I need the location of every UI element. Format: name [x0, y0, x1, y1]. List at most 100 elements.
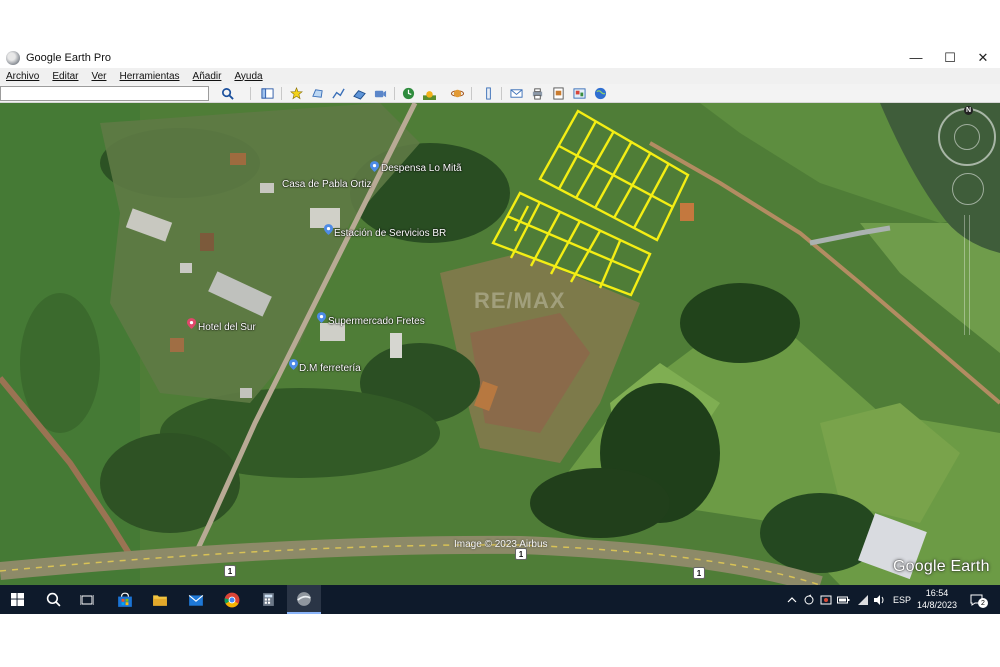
- add-path-button[interactable]: [330, 85, 347, 101]
- email-icon: [510, 88, 523, 98]
- gas-station-pin-icon[interactable]: [324, 224, 333, 235]
- task-view-icon: [80, 594, 94, 605]
- place-pin-icon[interactable]: [317, 312, 326, 323]
- chrome-app[interactable]: [215, 585, 249, 614]
- input-language[interactable]: ESP: [893, 595, 911, 605]
- compass-navigation-ring[interactable]: N: [938, 106, 996, 166]
- sidebar-toggle-icon: [261, 87, 274, 99]
- route-shield: 1: [693, 567, 705, 579]
- battery-icon: [837, 596, 850, 603]
- print-icon: [532, 87, 543, 100]
- place-label-ferreteria[interactable]: D.M ferretería: [299, 363, 361, 374]
- menu-ayuda[interactable]: Ayuda: [232, 71, 264, 82]
- wifi-button[interactable]: [856, 593, 869, 606]
- google-earth-logo: Google Earth: [893, 558, 990, 575]
- ruler-button[interactable]: [480, 85, 497, 101]
- print-button[interactable]: [529, 85, 546, 101]
- place-pin-icon[interactable]: [370, 161, 379, 172]
- mail-icon: [188, 594, 204, 606]
- notification-count-badge: 2: [978, 598, 988, 608]
- google-earth-icon: [6, 50, 20, 65]
- sunlight-button[interactable]: [421, 85, 438, 101]
- move-joystick[interactable]: [952, 173, 984, 205]
- google-earth-app[interactable]: [287, 585, 321, 614]
- planets-icon: [451, 89, 464, 97]
- store-app[interactable]: [108, 585, 142, 614]
- hotel-pin-icon[interactable]: [187, 318, 196, 329]
- tray-security-button[interactable]: [819, 593, 832, 606]
- add-polygon-icon: [312, 88, 323, 98]
- watermark-text: RE/MAX: [474, 288, 566, 313]
- screen-top-margin: [0, 0, 1000, 47]
- view-in-maps-button[interactable]: [571, 85, 588, 101]
- menu-ver[interactable]: Ver: [89, 71, 108, 82]
- look-joystick[interactable]: [954, 124, 980, 150]
- menu-anadir[interactable]: Añadir: [191, 71, 224, 82]
- google-earth-icon: [297, 591, 311, 606]
- add-polygon-button[interactable]: [309, 85, 326, 101]
- system-clock[interactable]: 16:54 14/8/2023: [913, 587, 961, 611]
- menu-archivo[interactable]: Archivo: [4, 71, 41, 82]
- route-shield: 1: [224, 565, 236, 577]
- sync-icon: [804, 594, 813, 604]
- add-image-overlay-button[interactable]: [351, 85, 368, 101]
- mail-app[interactable]: [179, 585, 213, 614]
- taskbar-search-button[interactable]: [36, 585, 70, 614]
- email-button[interactable]: [508, 85, 525, 101]
- screen-bottom-margin: [0, 614, 1000, 667]
- search-input[interactable]: [0, 86, 209, 101]
- minimize-button[interactable]: —: [899, 47, 933, 68]
- place-label-despensa[interactable]: Despensa Lo Mitã: [381, 163, 462, 174]
- wifi-icon: [857, 594, 868, 605]
- record-tour-button[interactable]: [372, 85, 389, 101]
- place-label-estacion[interactable]: Estación de Servicios BR: [334, 228, 446, 239]
- search-icon: [222, 87, 234, 100]
- file-explorer-app[interactable]: [143, 585, 177, 614]
- ruler-icon: [486, 86, 491, 100]
- search-icon: [46, 592, 61, 607]
- map-viewport[interactable]: RE/MAX Despensa Lo Mitã Casa de Pabla Or…: [0, 103, 1000, 585]
- battery-button[interactable]: [837, 593, 850, 606]
- calculator-app[interactable]: [251, 585, 285, 614]
- maximize-button[interactable]: ☐: [933, 47, 967, 68]
- close-button[interactable]: ✕: [966, 47, 1000, 68]
- window-title: Google Earth Pro: [26, 51, 111, 64]
- satellite-imagery: [0, 103, 1000, 585]
- title-bar: Google Earth Pro — ☐ ✕: [0, 47, 1000, 68]
- historical-imagery-button[interactable]: [400, 85, 417, 101]
- volume-icon: [873, 594, 883, 605]
- add-image-overlay-icon: [353, 89, 366, 100]
- view-in-maps-icon: [573, 87, 586, 99]
- clock-date: 14/8/2023: [916, 600, 958, 610]
- place-label-hotel[interactable]: Hotel del Sur: [198, 322, 256, 333]
- sidebar-toggle-button[interactable]: [259, 85, 276, 101]
- toolbar: [0, 84, 1000, 103]
- zoom-slider[interactable]: [964, 215, 970, 335]
- add-placemark-icon: [290, 86, 303, 99]
- file-explorer-icon: [153, 594, 167, 606]
- show-hidden-icons-button[interactable]: [785, 593, 798, 606]
- volume-button[interactable]: [872, 593, 885, 606]
- planets-button[interactable]: [449, 85, 466, 101]
- place-label-supermercado[interactable]: Supermercado Fretes: [328, 316, 425, 327]
- clock-time: 16:54: [925, 588, 949, 598]
- menu-bar: Archivo Editar Ver Herramientas Añadir A…: [0, 68, 1000, 84]
- save-image-button[interactable]: [550, 85, 567, 101]
- place-pin-icon[interactable]: [289, 359, 298, 370]
- earth-icon: [594, 87, 607, 99]
- search-button[interactable]: [219, 85, 236, 101]
- security-icon: [820, 595, 831, 604]
- calculator-icon: [262, 593, 274, 606]
- menu-herramientas[interactable]: Herramientas: [118, 71, 182, 82]
- add-placemark-button[interactable]: [288, 85, 305, 101]
- imagery-attribution: Image © 2023 Airbus: [454, 539, 548, 550]
- chevron-up-icon: [787, 596, 796, 602]
- historical-imagery-icon: [402, 87, 415, 99]
- task-view-button[interactable]: [70, 585, 104, 614]
- earth-button[interactable]: [592, 85, 609, 101]
- tray-app-button[interactable]: [802, 593, 815, 606]
- place-label-casa[interactable]: Casa de Pabla Ortiz: [282, 179, 372, 190]
- start-button[interactable]: [0, 585, 34, 614]
- menu-editar[interactable]: Editar: [50, 71, 80, 82]
- north-indicator[interactable]: N: [964, 106, 973, 115]
